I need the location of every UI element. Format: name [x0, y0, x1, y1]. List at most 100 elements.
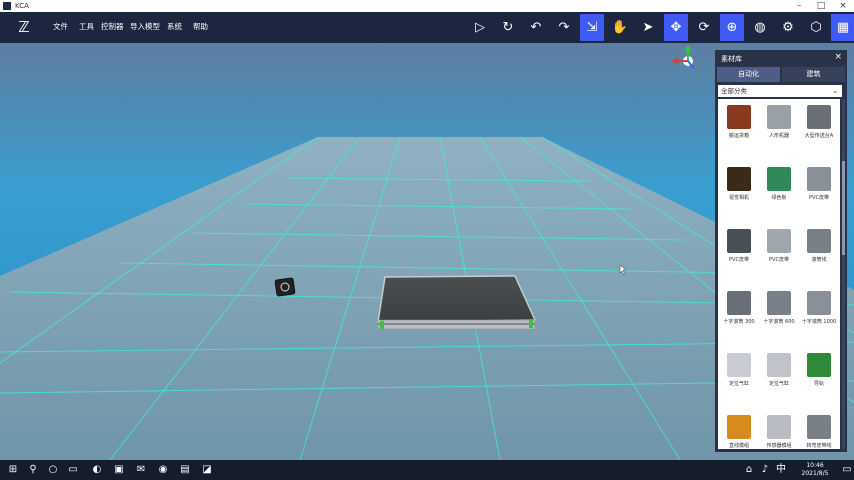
hand-icon[interactable]: ✋ — [608, 14, 632, 41]
menu-system[interactable]: 系统 — [167, 21, 182, 33]
search-icon[interactable]: ⚲ — [26, 463, 40, 477]
network-icon[interactable]: ⌂ — [742, 463, 756, 477]
asset-label: PVC皮带 — [769, 257, 789, 263]
asset-label: 直线模组 — [728, 443, 749, 449]
tab-automation[interactable]: 自动化 — [717, 67, 780, 82]
panel-title: 素材库 — [721, 55, 742, 63]
asset-label: 定位气缸 — [728, 381, 749, 387]
asset-thumbnail — [767, 353, 791, 377]
asset-item[interactable]: 十字滚筒 600 — [759, 285, 799, 345]
store-icon[interactable]: ▣ — [112, 463, 126, 477]
chevron-down-icon: ⌄ — [832, 87, 838, 95]
kca-icon[interactable]: ◪ — [200, 463, 214, 477]
widgets-icon[interactable]: ▭ — [66, 463, 80, 477]
asset-item[interactable]: 十字滚筒 300 — [719, 285, 759, 345]
asset-item[interactable]: 直线模组 — [719, 409, 759, 449]
asset-label: 传感器模组 — [766, 443, 792, 449]
redo-icon[interactable]: ↷ — [552, 14, 576, 41]
asset-item[interactable]: 搬运货箱 — [719, 99, 759, 159]
globe-icon[interactable]: ◍ — [748, 14, 772, 41]
asset-thumbnail — [767, 105, 791, 129]
asset-item[interactable]: 定位气缸 — [759, 347, 799, 407]
move-icon[interactable]: ✥ — [664, 14, 688, 41]
asset-item[interactable]: 转弯皮带线 — [799, 409, 839, 449]
asset-item[interactable]: 绿色板 — [759, 161, 799, 221]
maximize-icon[interactable]: □ — [810, 0, 832, 12]
scrollbar-thumb[interactable] — [842, 161, 845, 255]
panel-header: 素材库 × — [715, 50, 847, 66]
volume-icon[interactable]: ♪ — [758, 463, 772, 477]
target-icon[interactable]: ⊕ — [720, 14, 744, 41]
select-icon[interactable]: ⇲ — [580, 14, 604, 41]
conveyor-model[interactable] — [377, 275, 537, 330]
language-icon[interactable]: 中 — [774, 463, 788, 477]
menu-controller[interactable]: 控制器 — [101, 21, 124, 33]
play-icon[interactable]: ▷ — [468, 14, 492, 41]
system-clock[interactable]: 10:46 2021/8/5 — [790, 462, 840, 478]
grid-icon[interactable]: ▦ — [831, 14, 854, 41]
asset-label: 导轨 — [813, 381, 824, 387]
asset-label: 滚筒线 — [811, 257, 827, 263]
photos-icon[interactable]: ▤ — [178, 463, 192, 477]
asset-thumbnail — [767, 229, 791, 253]
os-taskbar: ⊞ ⚲ ○ ▭ ◐ ▣ ✉ ◉ ▤ ◪ ⌂ ♪ 中 10:46 2021/8/5 ▭ — [0, 460, 854, 480]
asset-thumbnail — [807, 353, 831, 377]
clock-time: 10:46 — [806, 462, 824, 469]
undo-icon[interactable]: ↶ — [524, 14, 548, 41]
asset-label: 视觉相机 — [728, 195, 749, 201]
asset-thumbnail — [807, 229, 831, 253]
notification-icon[interactable]: ▭ — [840, 463, 854, 477]
asset-thumbnail — [807, 291, 831, 315]
camera-sensor-model[interactable] — [274, 277, 296, 297]
asset-item[interactable]: 定位气缸 — [719, 347, 759, 407]
asset-label: 绿色板 — [771, 195, 787, 201]
asset-item[interactable]: 人形机器 — [759, 99, 799, 159]
title-bar: KCA – □ × — [0, 0, 854, 12]
clock-date: 2021/8/5 — [801, 470, 829, 477]
asset-thumbnail — [807, 105, 831, 129]
asset-item[interactable]: 视觉相机 — [719, 161, 759, 221]
asset-grid-scrollbar[interactable] — [842, 99, 845, 449]
close-window-icon[interactable]: × — [832, 0, 854, 12]
tab-building[interactable]: 建筑 — [782, 67, 845, 82]
robot-logo-icon: ℤ — [18, 18, 30, 36]
rotate-icon[interactable]: ⟳ — [692, 14, 716, 41]
menu-help[interactable]: 帮助 — [193, 21, 208, 33]
asset-label: PVC皮带 — [729, 257, 749, 263]
asset-item[interactable]: PVC皮带 — [799, 161, 839, 221]
window-title: KCA — [15, 2, 29, 10]
asset-item[interactable]: 滚筒线 — [799, 223, 839, 283]
asset-item[interactable]: PVC皮带 — [719, 223, 759, 283]
category-select[interactable]: 全部分类 ⌄ — [718, 85, 842, 97]
app-icon — [3, 2, 11, 10]
chrome-icon[interactable]: ◉ — [156, 463, 170, 477]
menu-tools[interactable]: 工具 — [79, 21, 94, 33]
asset-item[interactable]: PVC皮带 — [759, 223, 799, 283]
start-icon[interactable]: ⊞ — [6, 463, 20, 477]
asset-thumbnail — [767, 291, 791, 315]
mail-icon[interactable]: ✉ — [134, 463, 148, 477]
edge-icon[interactable]: ◐ — [90, 463, 104, 477]
panel-close-icon[interactable]: × — [834, 52, 842, 62]
menu-file[interactable]: 文件 — [53, 21, 68, 33]
menu-import-model[interactable]: 导入模型 — [130, 21, 160, 33]
cube-icon[interactable]: ⬡ — [804, 14, 828, 41]
asset-thumbnail — [807, 167, 831, 191]
asset-item[interactable]: 导轨 — [799, 347, 839, 407]
asset-label: 人形机器 — [768, 133, 789, 139]
refresh-icon[interactable]: ↻ — [496, 14, 520, 41]
asset-label: 十字滚筒 1000 — [801, 319, 837, 325]
asset-thumbnail — [807, 415, 831, 439]
pointer-icon[interactable]: ➤ — [636, 14, 660, 41]
asset-label: 大型传送台A — [804, 133, 834, 139]
minimize-icon[interactable]: – — [788, 0, 810, 12]
asset-grid: 搬运货箱 人形机器 大型传送台A 视觉相机 绿色板 PVC皮带 PVC皮带 PVC皮带 滚筒线十… — [718, 99, 840, 449]
asset-item[interactable]: 十字滚筒 1000 — [799, 285, 839, 345]
settings-icon[interactable]: ⚙ — [776, 14, 800, 41]
asset-thumbnail — [727, 291, 751, 315]
task-view-icon[interactable]: ○ — [46, 463, 60, 477]
asset-library-panel: 素材库 × 自动化 建筑 全部分类 ⌄ 搬运货箱 人形机器 大型传送台A 视觉相机 绿色… — [715, 50, 847, 452]
asset-item[interactable]: 大型传送台A — [799, 99, 839, 159]
asset-thumbnail — [767, 167, 791, 191]
asset-item[interactable]: 传感器模组 — [759, 409, 799, 449]
